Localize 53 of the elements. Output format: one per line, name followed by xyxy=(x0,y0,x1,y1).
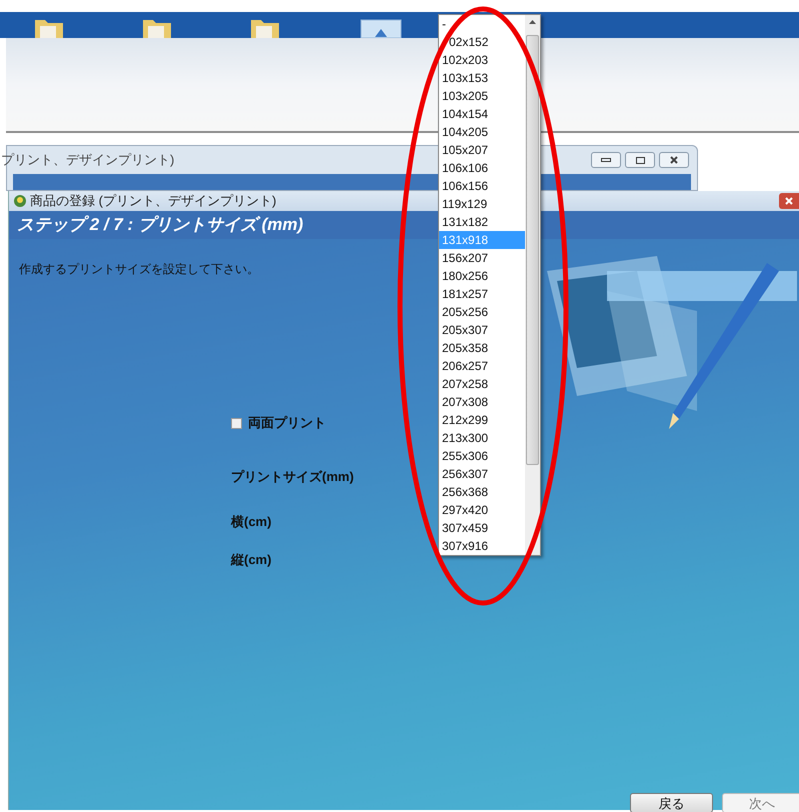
dropdown-option[interactable]: 119x129 xyxy=(439,195,525,213)
instruction-text: 作成するプリントサイズを設定して下さい。 xyxy=(19,262,259,276)
dropdown-option[interactable]: 02x152 xyxy=(439,33,525,51)
wizard-button[interactable]: 戻る xyxy=(630,793,713,812)
field-label: 横(cm) xyxy=(231,513,272,531)
dropdown-option[interactable]: 104x205 xyxy=(439,123,525,141)
folder-icon[interactable] xyxy=(250,18,280,38)
dropdown-option[interactable]: 256x368 xyxy=(439,483,525,501)
dropdown-option[interactable]: 131x182 xyxy=(439,213,525,231)
dropdown-option[interactable]: 207x258 xyxy=(439,375,525,393)
dropdown-option[interactable]: 103x153 xyxy=(439,69,525,87)
dropdown-option[interactable]: 212x299 xyxy=(439,411,525,429)
dropdown-option[interactable]: 256x307 xyxy=(439,465,525,483)
step-header: ステップ 2 / 7 : プリントサイズ (mm) xyxy=(17,214,304,236)
box-icon[interactable] xyxy=(358,18,404,38)
dropdown-option[interactable]: 206x257 xyxy=(439,357,525,375)
dropdown-option[interactable]: 103x205 xyxy=(439,87,525,105)
close-button[interactable] xyxy=(659,152,689,168)
duplex-checkbox[interactable]: 両面プリント xyxy=(231,413,326,433)
maximize-button[interactable] xyxy=(625,152,655,168)
close-button[interactable] xyxy=(779,193,799,209)
field-label: プリントサイズ(mm) xyxy=(231,468,354,486)
close-icon xyxy=(670,156,678,164)
dropdown-option[interactable]: 213x300 xyxy=(439,429,525,447)
folder-icon[interactable] xyxy=(142,18,172,38)
window-title: プリント、デザインプリント) xyxy=(1,151,174,170)
dropdown-option[interactable]: 181x257 xyxy=(439,285,525,303)
dropdown-option[interactable]: 105x207 xyxy=(439,141,525,159)
dropdown-option[interactable]: 297x420 xyxy=(439,501,525,519)
checkbox[interactable] xyxy=(231,418,242,428)
dropdown-option[interactable]: - xyxy=(439,15,525,33)
dropdown-option[interactable]: 207x308 xyxy=(439,393,525,411)
window-title: 商品の登録 (プリント、デザインプリント) xyxy=(30,192,276,210)
scroll-up-icon[interactable] xyxy=(529,20,536,24)
folder-icon[interactable] xyxy=(34,18,64,38)
dropdown-option[interactable]: 102x203 xyxy=(439,51,525,69)
dropdown-option[interactable]: 205x256 xyxy=(439,303,525,321)
dropdown-option[interactable]: 180x256 xyxy=(439,267,525,285)
dropdown-option[interactable]: 106x106 xyxy=(439,159,525,177)
dropdown-option[interactable]: 156x207 xyxy=(439,249,525,267)
dropdown-option[interactable]: 104x154 xyxy=(439,105,525,123)
dropdown-option[interactable]: 307x916 xyxy=(439,537,525,555)
scrollbar-thumb[interactable] xyxy=(526,35,539,465)
field-label: 縦(cm) xyxy=(231,551,272,569)
dropdown-option[interactable]: 307x459 xyxy=(439,519,525,537)
dropdown-option[interactable]: 106x156 xyxy=(439,177,525,195)
app-icon xyxy=(13,194,27,208)
minimize-button[interactable] xyxy=(591,152,621,168)
dropdown-option[interactable]: 255x306 xyxy=(439,447,525,465)
close-icon xyxy=(785,197,793,205)
dropdown-option[interactable]: 205x358 xyxy=(439,339,525,357)
scrollbar[interactable] xyxy=(525,15,540,555)
dropdown-option[interactable]: 205x307 xyxy=(439,321,525,339)
